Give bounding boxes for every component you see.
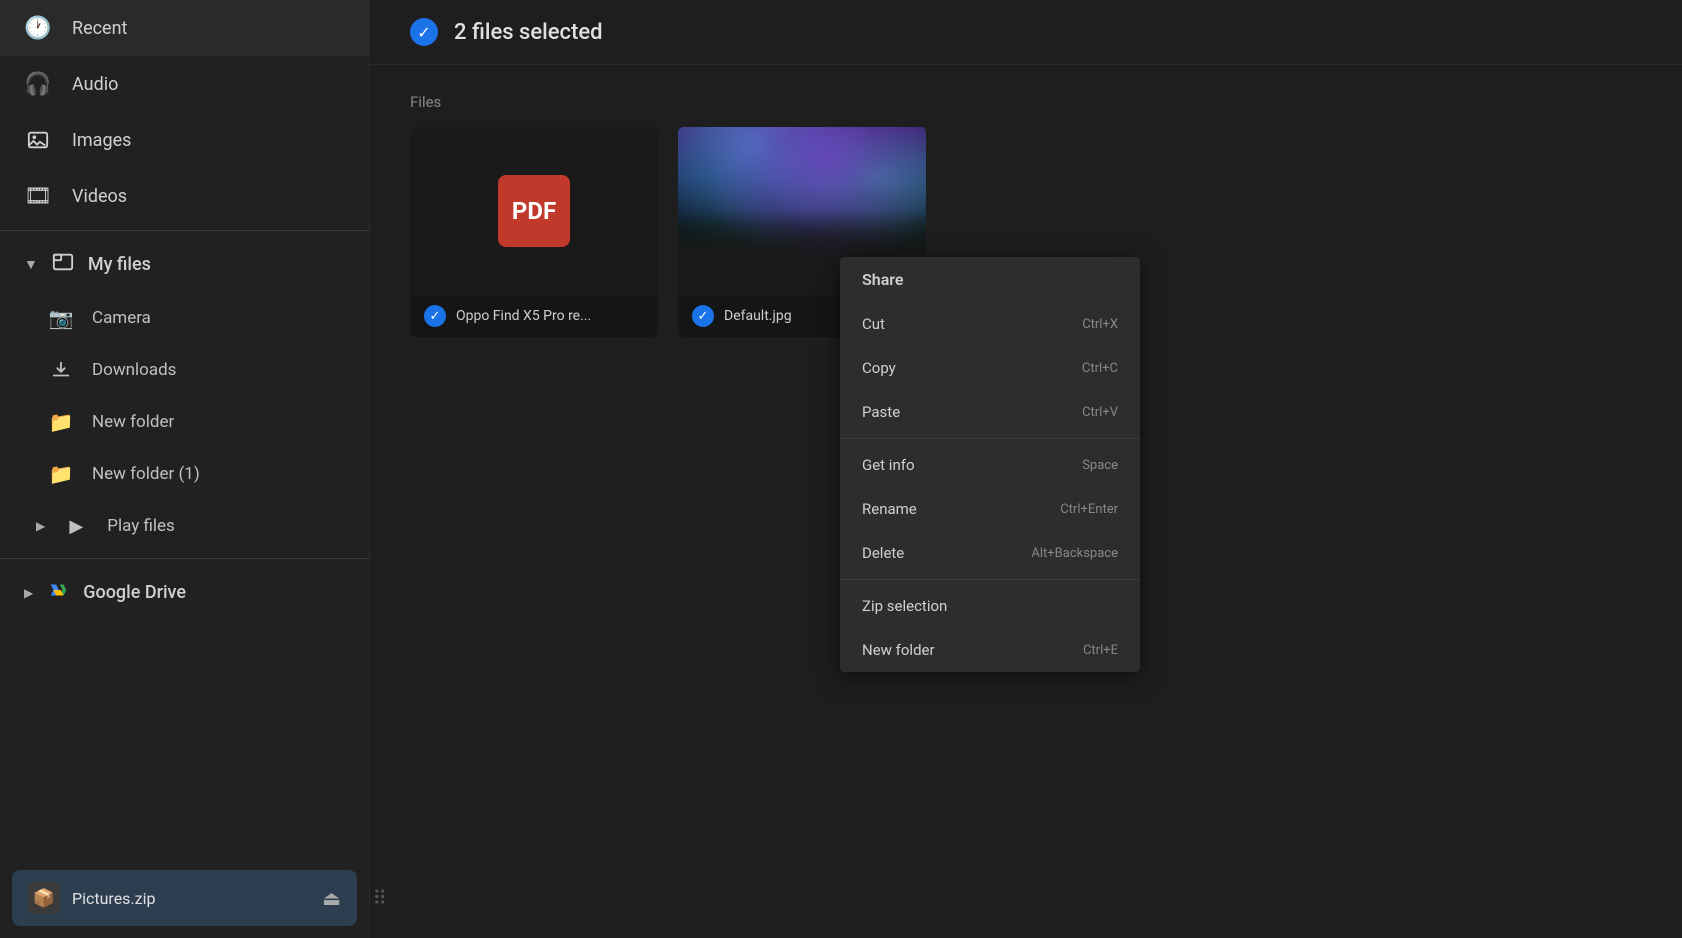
files-grid: PDF ✓ Oppo Find X5 Pro re... ✓ Defau — [410, 127, 1642, 337]
pdf-selected-check: ✓ — [424, 305, 446, 327]
pdf-file-footer: ✓ Oppo Find X5 Pro re... — [410, 295, 658, 337]
context-menu-share[interactable]: Share — [840, 257, 1140, 302]
sidebar-section-google-drive[interactable]: ▶ Google Drive — [0, 565, 369, 620]
pdf-thumbnail: PDF — [410, 127, 658, 295]
files-section: Files PDF ✓ Oppo Find X5 Pro re... — [370, 65, 1682, 938]
sidebar-divider-1 — [0, 230, 369, 231]
main-content: ✓ 2 files selected Files PDF ✓ Oppo Find… — [370, 0, 1682, 938]
context-menu-cut[interactable]: Cut Ctrl+X — [840, 302, 1140, 346]
sidebar-divider-2 — [0, 558, 369, 559]
context-menu: Share Cut Ctrl+X Copy Ctrl+C Paste Ctrl+… — [840, 257, 1140, 672]
chevron-down-icon: ▼ — [24, 256, 38, 273]
videos-icon: 🎞 — [24, 182, 52, 210]
pdf-icon: PDF — [498, 175, 570, 247]
sidebar-item-images[interactable]: Images — [0, 112, 369, 168]
drag-handle-icon[interactable]: ⠿ — [372, 886, 387, 910]
sidebar-item-label-camera: Camera — [92, 308, 151, 328]
context-menu-rename[interactable]: Rename Ctrl+Enter — [840, 487, 1140, 531]
sidebar-item-camera[interactable]: 📷 Camera — [0, 292, 369, 344]
sidebar-item-videos[interactable]: 🎞 Videos — [0, 168, 369, 224]
pdf-filename: Oppo Find X5 Pro re... — [456, 308, 591, 324]
context-menu-copy[interactable]: Copy Ctrl+C — [840, 346, 1140, 390]
sidebar-item-label-videos: Videos — [72, 186, 127, 207]
folder-icon-2: 📁 — [48, 461, 74, 487]
sidebar-item-new-folder[interactable]: 📁 New folder — [0, 396, 369, 448]
sidebar-item-play-files[interactable]: ▶ ▶ Play files — [0, 500, 369, 552]
selection-count-text: 2 files selected — [454, 20, 603, 45]
sidebar-item-label-downloads: Downloads — [92, 360, 176, 380]
audio-icon: 🎧 — [24, 70, 52, 98]
context-menu-new-folder[interactable]: New folder Ctrl+E — [840, 628, 1140, 672]
context-menu-divider-2 — [840, 579, 1140, 580]
sidebar-item-recent[interactable]: 🕐 Recent — [0, 0, 369, 56]
chevron-right-icon: ▶ — [36, 519, 45, 533]
file-card-pdf[interactable]: PDF ✓ Oppo Find X5 Pro re... — [410, 127, 658, 337]
sidebar-item-label-audio: Audio — [72, 74, 118, 95]
sidebar-item-label-play-files: Play files — [107, 516, 175, 536]
my-files-icon — [52, 251, 74, 278]
google-drive-icon — [47, 579, 69, 606]
recent-icon: 🕐 — [24, 14, 52, 42]
context-menu-zip[interactable]: Zip selection — [840, 584, 1140, 628]
sidebar-item-label-recent: Recent — [72, 18, 127, 39]
play-files-icon: ▶ — [63, 513, 89, 539]
download-icon — [48, 357, 74, 383]
sidebar-footer-file[interactable]: 📦 Pictures.zip ⏏ ⠿ — [12, 870, 357, 926]
camera-icon: 📷 — [48, 305, 74, 331]
google-drive-label: Google Drive — [83, 582, 186, 603]
sidebar-item-downloads[interactable]: Downloads — [0, 344, 369, 396]
image-selected-check: ✓ — [692, 305, 714, 327]
images-icon — [24, 126, 52, 154]
context-menu-delete[interactable]: Delete Alt+Backspace — [840, 531, 1140, 575]
selection-check-icon: ✓ — [410, 18, 438, 46]
sidebar-item-label-new-folder: New folder — [92, 412, 174, 432]
my-files-label: My files — [88, 254, 151, 275]
context-menu-divider-1 — [840, 438, 1140, 439]
sidebar-item-new-folder-1[interactable]: 📁 New folder (1) — [0, 448, 369, 500]
sidebar-item-label-new-folder-1: New folder (1) — [92, 464, 200, 484]
files-section-label: Files — [410, 93, 1642, 111]
zip-file-icon: 📦 — [28, 882, 60, 914]
image-filename: Default.jpg — [724, 308, 792, 324]
chevron-right-icon-drive: ▶ — [24, 586, 33, 600]
sidebar-item-audio[interactable]: 🎧 Audio — [0, 56, 369, 112]
context-menu-paste[interactable]: Paste Ctrl+V — [840, 390, 1140, 434]
folder-icon-1: 📁 — [48, 409, 74, 435]
sidebar-section-my-files[interactable]: ▼ My files — [0, 237, 369, 292]
eject-button[interactable]: ⏏ — [322, 886, 341, 910]
sidebar: 🕐 Recent 🎧 Audio Images 🎞 Videos ▼ My fi — [0, 0, 370, 938]
main-header: ✓ 2 files selected — [370, 0, 1682, 65]
context-menu-get-info[interactable]: Get info Space — [840, 443, 1140, 487]
footer-filename: Pictures.zip — [72, 889, 310, 908]
sidebar-item-label-images: Images — [72, 130, 131, 151]
